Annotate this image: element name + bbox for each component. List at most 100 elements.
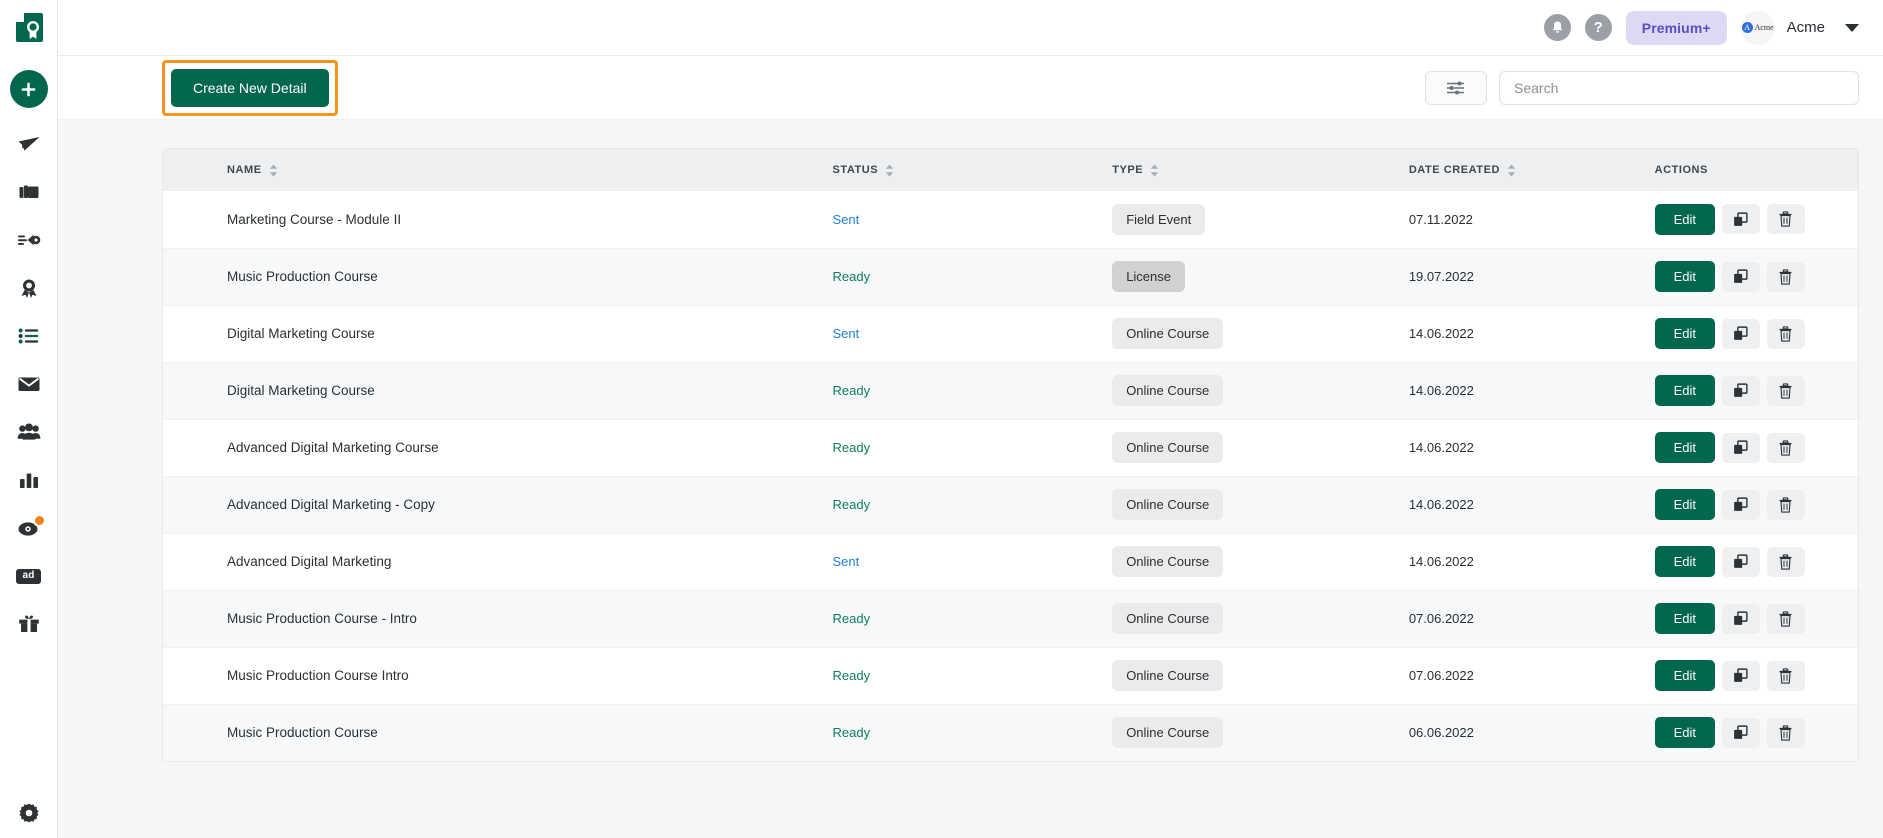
- sidebar-item-rewards[interactable]: [0, 600, 58, 648]
- column-header-date-created[interactable]: DATE CREATED: [1409, 149, 1655, 191]
- sidebar-item-campaigns[interactable]: [0, 168, 58, 216]
- cell-name: Advanced Digital Marketing - Copy: [227, 497, 435, 512]
- app-root: ad ? Premium+ A Acme Acme Create New Det…: [0, 0, 1883, 838]
- delete-button[interactable]: [1766, 660, 1805, 691]
- sidebar-item-send[interactable]: [0, 120, 58, 168]
- paper-plane-icon: [18, 137, 39, 151]
- sidebar-item-ads[interactable]: ad: [0, 552, 58, 600]
- table-row[interactable]: Advanced Digital Marketing - Copy Ready On…: [163, 476, 1858, 533]
- plan-badge[interactable]: Premium+: [1625, 10, 1727, 45]
- delete-button[interactable]: [1766, 318, 1805, 349]
- duplicate-button[interactable]: [1721, 489, 1760, 520]
- help-button[interactable]: ?: [1584, 14, 1612, 41]
- edit-button[interactable]: Edit: [1654, 375, 1715, 406]
- org-name[interactable]: Acme: [1787, 19, 1825, 36]
- cell-type: Online Course: [1112, 647, 1409, 704]
- edit-button[interactable]: Edit: [1654, 318, 1715, 349]
- gear-icon: [19, 803, 39, 823]
- copy-duplicate-icon: [1734, 326, 1749, 340]
- edit-button[interactable]: Edit: [1654, 660, 1715, 691]
- table-row[interactable]: Music Production Course Ready Online Cours…: [163, 704, 1858, 761]
- sidebar-item-automation[interactable]: [0, 216, 58, 264]
- sidebar-nav: ad: [0, 120, 58, 648]
- bar-chart-icon: [19, 473, 38, 488]
- delete-button[interactable]: [1766, 375, 1805, 406]
- edit-button[interactable]: Edit: [1654, 603, 1715, 634]
- edit-button[interactable]: Edit: [1654, 717, 1715, 749]
- column-label-name: NAME: [227, 164, 262, 176]
- column-header-type[interactable]: TYPE: [1112, 149, 1409, 191]
- edit-button[interactable]: Edit: [1654, 489, 1715, 520]
- table-row[interactable]: Music Production Course - Intro Ready Onli…: [163, 590, 1858, 647]
- cell-type: Online Course: [1112, 362, 1409, 419]
- delete-button[interactable]: [1766, 603, 1805, 634]
- sidebar-add-button[interactable]: [9, 70, 48, 108]
- edit-button[interactable]: Edit: [1654, 432, 1715, 463]
- cell-date-created: 07.06.2022: [1408, 611, 1474, 626]
- trash-delete-icon: [1779, 382, 1792, 399]
- duplicate-button[interactable]: [1721, 204, 1760, 235]
- delete-button[interactable]: [1766, 432, 1805, 463]
- avatar[interactable]: A Acme: [1740, 10, 1775, 45]
- cell-actions: Edit: [1654, 248, 1858, 305]
- sidebar-item-lists[interactable]: [0, 312, 58, 360]
- search-input[interactable]: [1499, 70, 1859, 105]
- table-row[interactable]: Marketing Course - Module II Sent Field Ev…: [163, 191, 1858, 248]
- sidebar-item-mail[interactable]: [0, 360, 58, 408]
- create-new-detail-button[interactable]: Create New Detail: [171, 68, 329, 107]
- create-new-detail-highlight: Create New Detail: [162, 59, 338, 116]
- cell-actions: Edit: [1654, 305, 1858, 362]
- sidebar-item-discover[interactable]: [0, 504, 58, 552]
- cell-name: Music Production Course: [227, 725, 378, 741]
- delete-button[interactable]: [1766, 717, 1805, 748]
- trash-delete-icon: [1779, 439, 1792, 456]
- cell-actions: Edit: [1654, 647, 1858, 704]
- duplicate-button[interactable]: [1721, 717, 1760, 748]
- cell-actions: Edit: [1654, 476, 1858, 533]
- chevron-down-icon[interactable]: [1845, 23, 1859, 32]
- table-row[interactable]: Advanced Digital Marketing Course Ready On…: [163, 419, 1858, 476]
- notifications-button[interactable]: [1543, 14, 1571, 41]
- list-icon: [18, 328, 38, 344]
- edit-button[interactable]: Edit: [1654, 546, 1715, 577]
- sidebar-item-reports[interactable]: [0, 456, 58, 504]
- filter-button[interactable]: [1425, 70, 1487, 105]
- duplicate-button[interactable]: [1721, 660, 1760, 691]
- duplicate-button[interactable]: [1721, 546, 1760, 577]
- delete-button[interactable]: [1766, 261, 1805, 292]
- edit-button[interactable]: Edit: [1654, 203, 1715, 235]
- column-header-status[interactable]: STATUS: [833, 149, 1113, 191]
- table-row[interactable]: Digital Marketing Course Sent Online Cours…: [163, 305, 1858, 362]
- table-row[interactable]: Advanced Digital Marketing Sent Online Cou…: [163, 533, 1858, 590]
- sort-arrows-icon: [269, 164, 277, 176]
- sidebar-item-details[interactable]: [0, 264, 58, 312]
- sidebar-settings[interactable]: [0, 802, 58, 824]
- table-body: Marketing Course - Module II Sent Field Ev…: [163, 191, 1858, 761]
- type-badge: Online Course: [1112, 318, 1224, 349]
- row-actions: Edit: [1654, 546, 1858, 577]
- duplicate-button[interactable]: [1721, 603, 1760, 634]
- status-badge: Ready: [832, 611, 871, 626]
- table-row[interactable]: Music Production Course Ready License 19.07…: [163, 248, 1858, 305]
- table-row[interactable]: Digital Marketing Course Ready Online Cour…: [163, 362, 1858, 419]
- sidebar-item-audience[interactable]: [0, 408, 58, 456]
- duplicate-button[interactable]: [1721, 318, 1760, 349]
- edit-button[interactable]: Edit: [1654, 261, 1715, 292]
- cell-actions: Edit: [1654, 362, 1858, 419]
- duplicate-button[interactable]: [1721, 432, 1760, 463]
- type-badge: Online Course: [1112, 717, 1224, 749]
- column-header-name[interactable]: NAME: [163, 149, 833, 191]
- cell-name: Marketing Course - Module II: [227, 211, 402, 227]
- duplicate-button[interactable]: [1721, 375, 1760, 406]
- cell-status: Ready: [833, 590, 1113, 647]
- row-actions: Edit: [1654, 603, 1858, 634]
- table-row[interactable]: Music Production Course Intro Ready Online…: [163, 647, 1858, 704]
- app-logo[interactable]: [0, 0, 57, 56]
- delete-button[interactable]: [1766, 546, 1805, 577]
- duplicate-button[interactable]: [1721, 261, 1760, 292]
- delete-button[interactable]: [1766, 204, 1805, 235]
- automation-icon: [17, 234, 40, 246]
- question-mark-icon: ?: [1593, 19, 1603, 36]
- delete-button[interactable]: [1766, 489, 1805, 520]
- discover-notification-badge: [32, 514, 46, 527]
